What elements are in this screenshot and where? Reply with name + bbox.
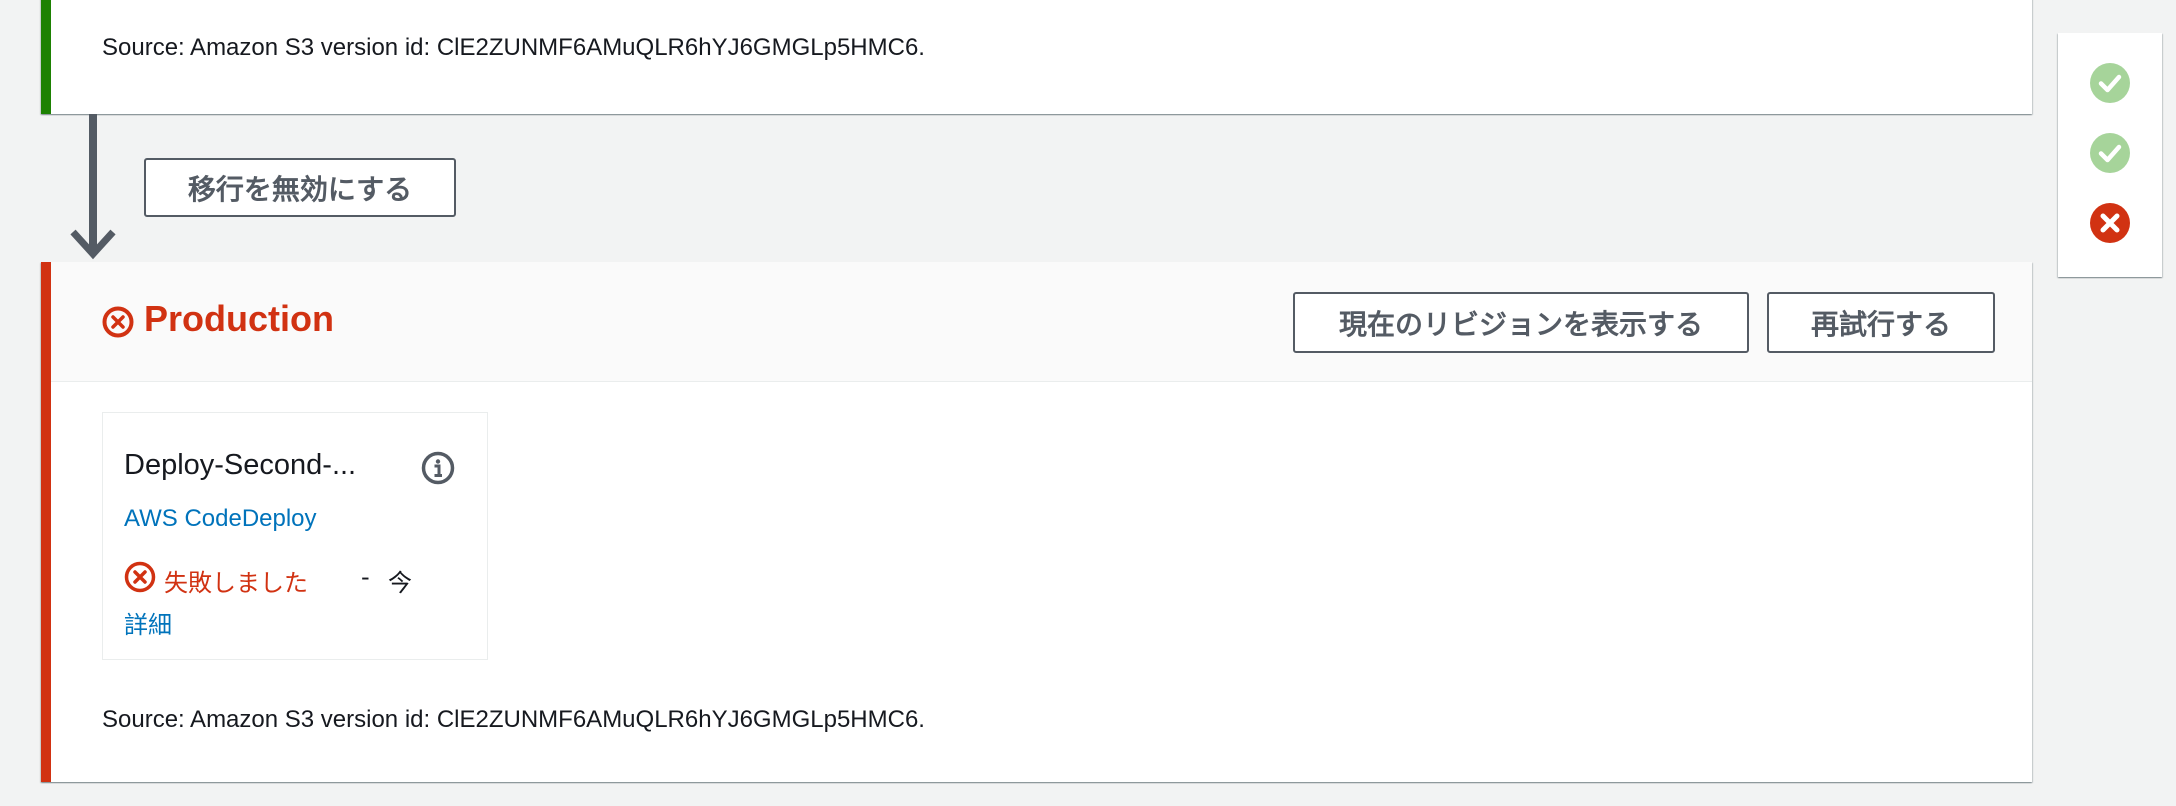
action-card: Deploy-Second-... AWS CodeDeploy 失敗しました … — [102, 412, 488, 660]
status-separator: - — [361, 563, 370, 591]
production-stage-header: Production 現在のリビジョンを表示する 再試行する — [51, 262, 2032, 382]
info-icon[interactable] — [421, 451, 455, 485]
error-circle-icon[interactable] — [2089, 202, 2131, 244]
action-name: Deploy-Second-... — [124, 449, 357, 481]
production-stage-source-text: Source: Amazon S3 version id: ClE2ZUNMF6… — [102, 706, 925, 733]
disable-transition-button[interactable]: 移行を無効にする — [144, 158, 456, 217]
action-provider-link[interactable]: AWS CodeDeploy — [124, 505, 317, 533]
error-circle-icon — [124, 561, 156, 593]
production-stage-card: Production 現在のリビジョンを表示する 再試行する Deploy-Se… — [41, 262, 2032, 782]
action-status-time: 今 — [388, 569, 412, 597]
check-circle-icon[interactable] — [2089, 132, 2131, 174]
stage-status-panel — [2058, 33, 2162, 277]
check-circle-icon[interactable] — [2089, 62, 2131, 104]
transition-arrow-icon — [70, 114, 116, 260]
previous-stage-source-text: Source: Amazon S3 version id: ClE2ZUNMF6… — [102, 34, 925, 61]
view-current-revision-button[interactable]: 現在のリビジョンを表示する — [1293, 292, 1749, 353]
action-status-text: 失敗しました — [164, 569, 308, 597]
retry-button[interactable]: 再試行する — [1767, 292, 1995, 353]
action-details-link[interactable]: 詳細 — [124, 605, 172, 640]
previous-stage-card: Source: Amazon S3 version id: ClE2ZUNMF6… — [41, 0, 2032, 114]
error-circle-icon — [102, 306, 134, 338]
stage-title: Production — [144, 298, 334, 339]
